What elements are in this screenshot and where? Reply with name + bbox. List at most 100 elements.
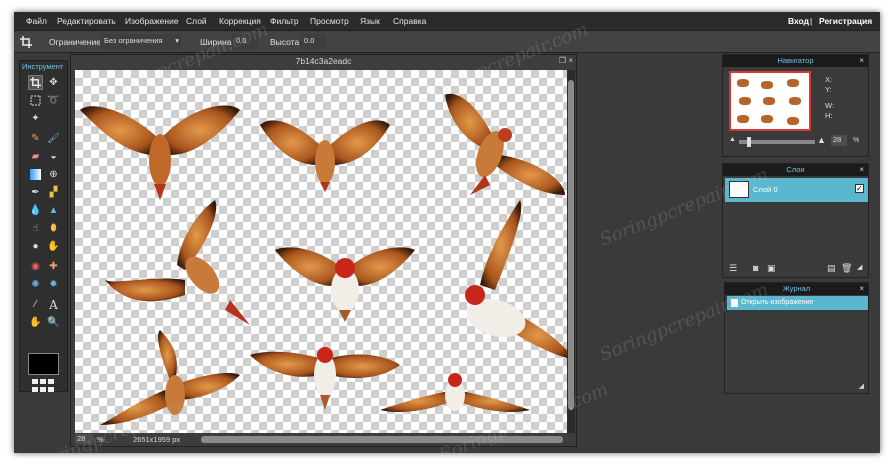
menu-adjustments[interactable]: Коррекция — [219, 16, 261, 26]
text-icon[interactable]: A — [46, 297, 61, 312]
magic-wand-icon[interactable]: ✦ — [28, 111, 43, 126]
restore-icon[interactable]: ❐ — [559, 56, 566, 65]
app-window: Файл Редактировать Изображение Слой Корр… — [14, 12, 880, 453]
bird-4 — [105, 200, 250, 325]
drawing-icon[interactable]: ▞ — [46, 185, 61, 200]
width-input[interactable]: 0.0 — [232, 34, 258, 49]
spot-heal-icon[interactable]: ✚ — [46, 259, 61, 274]
new-layer-icon[interactable]: ▤ — [827, 263, 836, 274]
pinch-icon[interactable]: ✹ — [46, 277, 61, 292]
pencil-icon[interactable]: ✎ — [28, 131, 43, 146]
navigator-y-label: Y: — [825, 85, 832, 94]
layer-styles-icon[interactable]: ▣ — [767, 263, 776, 274]
layers-panel: Слои × Слой 0 ✓ ☰ ◙ ▣ ▤ 🗑 ◢ — [722, 163, 869, 278]
dodge-icon[interactable]: ● — [28, 239, 43, 254]
bucket-icon[interactable]: ◒ — [46, 149, 61, 164]
horizontal-scrollbar[interactable] — [201, 436, 563, 443]
layer-mask-icon[interactable]: ◙ — [753, 263, 758, 273]
crop-icon[interactable] — [28, 75, 43, 90]
history-entry-label: Открыть изображение — [741, 299, 814, 306]
smudge-icon[interactable]: ☝ — [28, 221, 43, 236]
brush-icon[interactable]: 🖌 — [46, 131, 61, 146]
clone-icon[interactable]: ⊕ — [46, 167, 61, 182]
bird-3 — [445, 93, 565, 195]
resize-handle-icon[interactable]: ◢ — [857, 263, 862, 271]
bird-6 — [465, 200, 575, 360]
sponge-icon[interactable]: ⬮ — [46, 221, 61, 236]
vertical-scroll-thumb[interactable] — [568, 80, 574, 410]
sharpen-icon[interactable]: ▲ — [46, 203, 61, 218]
layer-name: Слой 0 — [753, 185, 778, 194]
canvas-status-bar: 28 % 2651x1959 px — [71, 433, 576, 446]
document-icon — [731, 299, 738, 307]
crop-options-icon — [18, 34, 33, 49]
layer-visibility-checkbox[interactable]: ✓ — [855, 184, 864, 193]
bird-8 — [250, 347, 400, 410]
slider-knob[interactable] — [747, 137, 751, 147]
navigator-x-label: X: — [825, 75, 833, 84]
menu-help[interactable]: Справка — [393, 16, 426, 26]
navigator-zoom-slider[interactable] — [739, 137, 815, 147]
image-dimensions: 2651x1959 px — [133, 435, 181, 444]
navigator-w-label: W: — [825, 101, 835, 110]
bird-2 — [260, 120, 390, 192]
constraint-select[interactable]: Без ограничения ▾ — [100, 34, 182, 49]
navigator-thumbnail[interactable] — [729, 71, 811, 131]
color-swatch[interactable] — [28, 353, 59, 375]
canvas-window: 7b14c3a2eadc ❐ × 28 % 2651x1959 px — [70, 54, 577, 447]
toolbox-title: Инструмент — [22, 62, 64, 71]
zoom-in-icon[interactable]: ▲ — [817, 135, 826, 145]
constraint-label: Ограничение: — [49, 37, 104, 47]
navigator-close-icon[interactable]: × — [859, 55, 864, 67]
marquee-icon[interactable] — [28, 93, 43, 108]
color-picker-icon[interactable]: ⁄ — [28, 297, 43, 312]
history-panel: Журнал × Открыть изображение ◢ — [724, 282, 869, 394]
bird-1 — [80, 105, 240, 200]
gradient-icon[interactable] — [28, 167, 43, 182]
register-link[interactable]: Регистрация — [819, 16, 872, 26]
menu-language[interactable]: Язык — [360, 16, 380, 26]
bird-9 — [380, 373, 530, 413]
layer-thumbnail — [729, 181, 749, 198]
grid-view-icon[interactable] — [32, 379, 56, 393]
history-entry[interactable]: Открыть изображение — [727, 296, 868, 310]
bloat-icon[interactable]: ✺ — [28, 277, 43, 292]
width-label: Ширина: — [200, 37, 234, 47]
delete-layer-icon[interactable]: 🗑 — [841, 263, 852, 274]
menu-layer[interactable]: Слой — [186, 16, 207, 26]
vertical-scrollbar[interactable] — [567, 70, 575, 433]
zoom-out-icon[interactable]: ▲ — [729, 136, 736, 143]
menu-image[interactable]: Изображение — [125, 16, 179, 26]
navigator-panel: Навигатор × X: Y: W: H: ▲ ▲ 28 % — [722, 54, 869, 157]
hand-icon[interactable]: ✋ — [28, 315, 43, 330]
menu-bar: Файл Редактировать Изображение Слой Корр… — [14, 12, 880, 31]
history-close-icon[interactable]: × — [859, 283, 864, 295]
navigator-zoom-input[interactable]: 28 — [831, 135, 847, 146]
menu-view[interactable]: Просмотр — [310, 16, 349, 26]
layer-properties-icon[interactable]: ☰ — [729, 263, 737, 274]
burn-icon[interactable]: ✋ — [46, 239, 61, 254]
image-canvas[interactable] — [75, 70, 575, 433]
bird-5 — [275, 247, 415, 322]
layers-close-icon[interactable]: × — [859, 164, 864, 176]
zoom-icon[interactable]: 🔍 — [46, 315, 61, 330]
red-eye-icon[interactable]: ◉ — [28, 259, 43, 274]
menu-file[interactable]: Файл — [26, 16, 47, 26]
zoom-input[interactable]: 28 — [75, 434, 93, 444]
layer-row[interactable]: Слой 0 ✓ — [725, 178, 868, 202]
lasso-icon[interactable]: ➰ — [46, 93, 61, 108]
eraser-icon[interactable]: ▰ — [28, 149, 43, 164]
options-bar: Ограничение: Без ограничения ▾ Ширина: 0… — [14, 31, 880, 53]
resize-handle-icon[interactable]: ◢ — [859, 382, 864, 390]
chevron-down-icon: ▾ — [175, 36, 179, 45]
login-link[interactable]: Вход — [788, 16, 809, 26]
toolbox-panel: Инструмент ✥ ➰ ✦ ✎ 🖌 ▰ ◒ ⊕ ✒ ▞ 💧 ▲ ☝ ⬮ ●… — [19, 60, 68, 392]
height-label: Высота: — [270, 37, 302, 47]
blur-icon[interactable]: 💧 — [28, 203, 43, 218]
menu-filter[interactable]: Фильтр — [270, 16, 299, 26]
move-icon[interactable]: ✥ — [46, 75, 61, 90]
color-replace-icon[interactable]: ✒ — [28, 185, 43, 200]
close-icon[interactable]: × — [568, 56, 573, 65]
menu-edit[interactable]: Редактировать — [57, 16, 116, 26]
height-input[interactable]: 0.0 — [300, 34, 326, 49]
